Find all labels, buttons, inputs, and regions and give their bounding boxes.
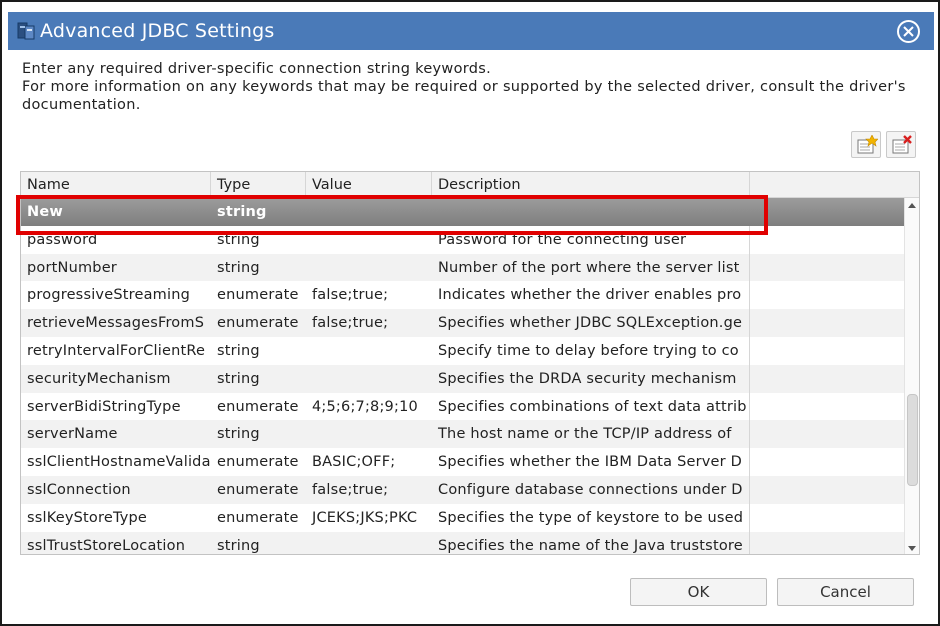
cell-value[interactable]	[306, 254, 432, 282]
cell-description[interactable]: Indicates whether the driver enables pro	[432, 281, 750, 310]
column-header-name[interactable]: Name	[21, 172, 211, 198]
cell-type[interactable]: enumerate	[211, 309, 306, 337]
cell-value[interactable]: false;true;	[306, 476, 432, 504]
cell-value[interactable]: false;true;	[306, 281, 432, 309]
cell-description[interactable]: Configure database connections under D	[432, 476, 750, 504]
table-row[interactable]: retrieveMessagesFromS enumerate false;tr…	[21, 309, 905, 337]
cell-name[interactable]: portNumber	[21, 254, 211, 282]
cell-name[interactable]: sslClientHostnameValida	[21, 448, 211, 476]
scroll-up-arrow[interactable]	[905, 198, 919, 214]
table-row[interactable]: retryIntervalForClientRe string Specify …	[21, 337, 905, 365]
cell-description[interactable]: Specify time to delay before trying to c…	[432, 337, 750, 365]
table-row[interactable]: password string Password for the connect…	[21, 225, 905, 254]
close-icon	[903, 26, 914, 37]
cell-name[interactable]: retrieveMessagesFromS	[21, 309, 211, 337]
cell-value[interactable]	[306, 198, 432, 226]
table-row[interactable]: sslConnection enumerate false;true; Conf…	[21, 476, 905, 504]
advanced-jdbc-settings-dialog: Advanced JDBC Settings Enter any require…	[0, 0, 940, 626]
cell-type[interactable]: string	[211, 532, 306, 554]
cell-name[interactable]: sslKeyStoreType	[21, 504, 211, 532]
table-row[interactable]: sslClientHostnameValida enumerate BASIC;…	[21, 448, 905, 476]
cell-name[interactable]: securityMechanism	[21, 365, 211, 393]
cell-description[interactable]	[432, 198, 750, 226]
cell-type[interactable]: enumerate	[211, 448, 306, 476]
delete-row-icon	[892, 135, 912, 154]
column-header-type[interactable]: Type	[211, 172, 306, 198]
cell-type[interactable]: string	[211, 198, 306, 226]
cell-value[interactable]	[306, 337, 432, 365]
cell-value[interactable]: false;true;	[306, 309, 432, 337]
cell-name[interactable]: progressiveStreaming	[21, 281, 211, 309]
cancel-button[interactable]: Cancel	[777, 578, 914, 606]
cell-description[interactable]: Number of the port where the server list	[432, 253, 750, 282]
cell-type[interactable]: string	[211, 254, 306, 282]
cell-value[interactable]	[306, 226, 432, 254]
vertical-scrollbar[interactable]	[904, 198, 919, 554]
cell-description[interactable]: Specifies combinations of text data attr…	[432, 392, 750, 421]
table-row[interactable]: serverName string The host name or the T…	[21, 420, 905, 449]
cell-description[interactable]: The host name or the TCP/IP address of	[432, 420, 750, 449]
cell-type[interactable]: enumerate	[211, 504, 306, 532]
table-row[interactable]: serverBidiStringType enumerate 4;5;6;7;8…	[21, 392, 905, 421]
cell-description[interactable]: Specifies the type of keystore to be use…	[432, 503, 750, 532]
cell-value[interactable]: BASIC;OFF;	[306, 448, 432, 476]
column-header-value[interactable]: Value	[306, 172, 432, 198]
triangle-down-icon	[908, 546, 916, 551]
cell-value[interactable]: 4;5;6;7;8;9;10	[306, 393, 432, 421]
table-body: New string password string Password for …	[21, 198, 905, 554]
instructions-line-2: For more information on any keywords tha…	[22, 79, 906, 113]
table-row[interactable]: sslTrustStoreLocation string Specifies t…	[21, 531, 905, 554]
cell-type[interactable]: enumerate	[211, 393, 306, 421]
table-row[interactable]: New string	[21, 198, 905, 226]
cell-name[interactable]: sslTrustStoreLocation	[21, 532, 211, 554]
cell-description[interactable]: Specifies whether the IBM Data Server D	[432, 448, 750, 476]
cell-type[interactable]: string	[211, 420, 306, 448]
title-bar: Advanced JDBC Settings	[8, 12, 934, 50]
cell-name[interactable]: retryIntervalForClientRe	[21, 337, 211, 365]
cell-name[interactable]: serverBidiStringType	[21, 393, 211, 421]
instructions-line-1: Enter any required driver-specific conne…	[22, 61, 492, 77]
cell-value[interactable]	[306, 420, 432, 448]
database-icon	[16, 20, 38, 42]
add-row-icon	[857, 135, 878, 154]
keywords-table: Name Type Value Description New string p…	[20, 171, 920, 555]
cell-name[interactable]: sslConnection	[21, 476, 211, 504]
ok-button[interactable]: OK	[630, 578, 767, 606]
cell-value[interactable]	[306, 532, 432, 554]
add-row-button[interactable]	[851, 131, 881, 158]
cell-name[interactable]: New	[21, 198, 211, 226]
cell-type[interactable]: string	[211, 226, 306, 254]
table-row[interactable]: sslKeyStoreType enumerate JCEKS;JKS;PKC …	[21, 503, 905, 532]
scroll-down-arrow[interactable]	[905, 540, 919, 554]
cell-description[interactable]: Specifies the name of the Java truststor…	[432, 531, 750, 554]
table-row[interactable]: securityMechanism string Specifies the D…	[21, 364, 905, 393]
cell-type[interactable]: enumerate	[211, 476, 306, 504]
delete-row-button[interactable]	[886, 131, 916, 158]
cell-name[interactable]: password	[21, 226, 211, 254]
cell-description[interactable]: Password for the connecting user	[432, 225, 750, 254]
cell-description[interactable]: Specifies whether JDBC SQLException.ge	[432, 309, 750, 337]
cell-type[interactable]: string	[211, 337, 306, 365]
cell-description[interactable]: Specifies the DRDA security mechanism	[432, 364, 750, 393]
cell-value[interactable]: JCEKS;JKS;PKC	[306, 504, 432, 532]
table-row[interactable]: progressiveStreaming enumerate false;tru…	[21, 281, 905, 310]
cell-type[interactable]: string	[211, 365, 306, 393]
cell-type[interactable]: enumerate	[211, 281, 306, 309]
cell-name[interactable]: serverName	[21, 420, 211, 448]
table-row[interactable]: portNumber string Number of the port whe…	[21, 253, 905, 282]
triangle-up-icon	[908, 203, 916, 208]
dialog-title: Advanced JDBC Settings	[40, 20, 275, 42]
scroll-thumb[interactable]	[907, 394, 918, 486]
close-button[interactable]	[897, 20, 920, 43]
column-header-description[interactable]: Description	[432, 172, 750, 198]
instructions-text: Enter any required driver-specific conne…	[22, 60, 922, 114]
cell-value[interactable]	[306, 365, 432, 393]
table-header: Name Type Value Description	[21, 172, 919, 198]
